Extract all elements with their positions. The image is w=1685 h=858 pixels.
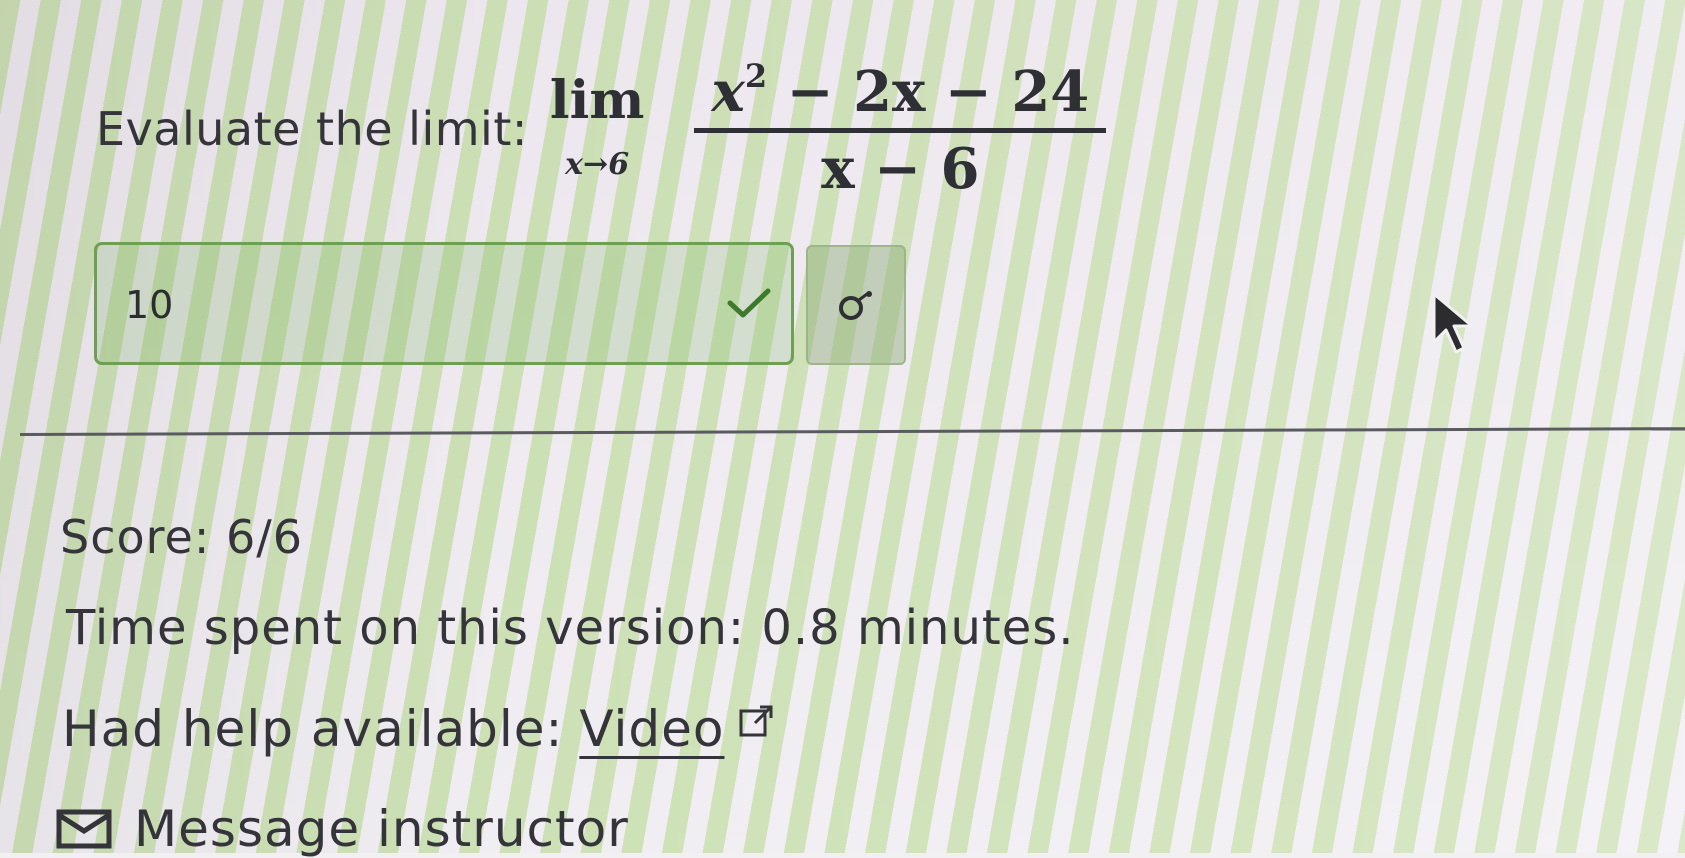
preview-icon: [839, 291, 872, 320]
video-link[interactable]: Video: [579, 700, 724, 758]
numerator-rest: − 2x − 24: [767, 59, 1090, 125]
message-label[interactable]: Message instructor: [134, 800, 629, 858]
question-prompt: Evaluate the limit:: [96, 101, 528, 156]
preview-button[interactable]: [806, 245, 906, 365]
limit-word: lim: [549, 70, 645, 131]
fraction-numerator: x2 − 2x − 24: [708, 60, 1094, 128]
limit-subscript: x→6: [565, 147, 630, 182]
limit-operator: lim x→6: [549, 70, 645, 183]
fraction-denominator: x − 6: [821, 136, 980, 202]
numerator-variable: x: [711, 59, 745, 125]
numerator-exponent: 2: [744, 57, 768, 95]
mail-icon: [56, 809, 112, 849]
score-text: Score: 6/6: [60, 510, 303, 564]
answer-input[interactable]: 10: [94, 242, 794, 365]
check-icon: [727, 288, 771, 318]
question-panel: Evaluate the limit: lim x→6 x2 − 2x − 24…: [0, 0, 1685, 858]
message-instructor-link[interactable]: Message instructor: [56, 800, 629, 858]
external-link-icon[interactable]: [738, 702, 776, 740]
section-divider: [19, 427, 1685, 436]
help-label: Had help available:: [62, 700, 564, 758]
time-spent-text: Time spent on this version: 0.8 minutes.: [66, 600, 1075, 656]
question-text: Evaluate the limit: lim x→6 x2 − 2x − 24…: [96, 60, 1107, 202]
answer-value[interactable]: 10: [125, 283, 173, 327]
mouse-cursor-icon: [1432, 292, 1474, 354]
help-available: Had help available: Video: [62, 700, 776, 758]
limit-fraction: x2 − 2x − 24 x − 6: [694, 60, 1107, 202]
